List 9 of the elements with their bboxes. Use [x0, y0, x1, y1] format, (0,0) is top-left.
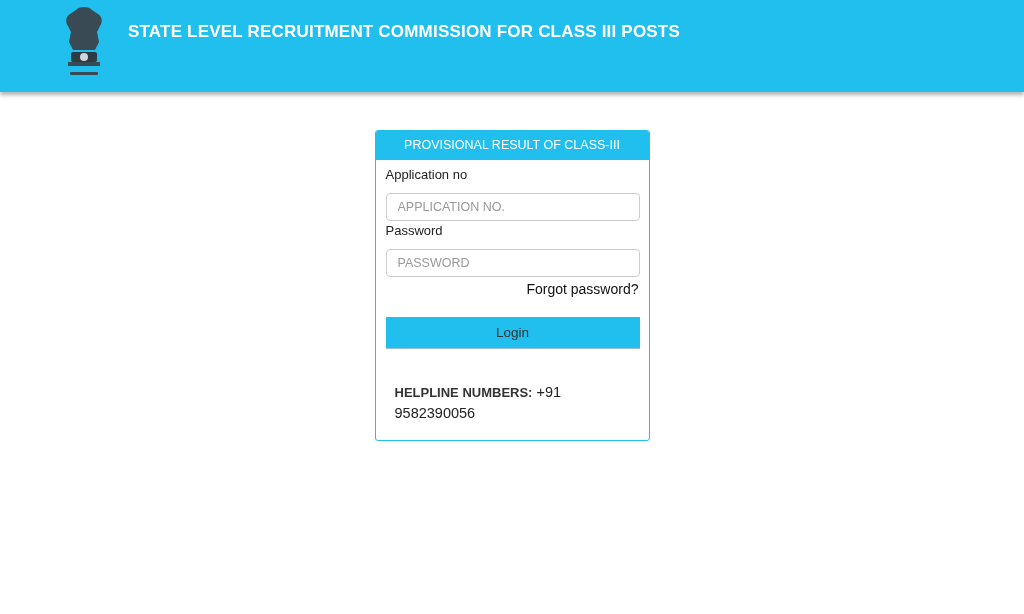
forgot-password-link[interactable]: Forgot password?	[526, 281, 639, 297]
card-title: PROVISIONAL RESULT OF CLASS-III	[375, 131, 649, 160]
login-button[interactable]: Login	[385, 317, 640, 349]
helpline-text: HELPLINE NUMBERS: +91 9582390056	[394, 383, 563, 423]
input-field[interactable]: APPLICATION NO.	[385, 193, 640, 221]
field-label: Password	[385, 223, 444, 238]
input-field[interactable]: PASSWORD	[385, 249, 640, 277]
field-label: Application no	[385, 167, 469, 182]
site-title: STATE LEVEL RECRUITMENT COMMISSION FOR CLASS III POSTS	[128, 22, 680, 42]
